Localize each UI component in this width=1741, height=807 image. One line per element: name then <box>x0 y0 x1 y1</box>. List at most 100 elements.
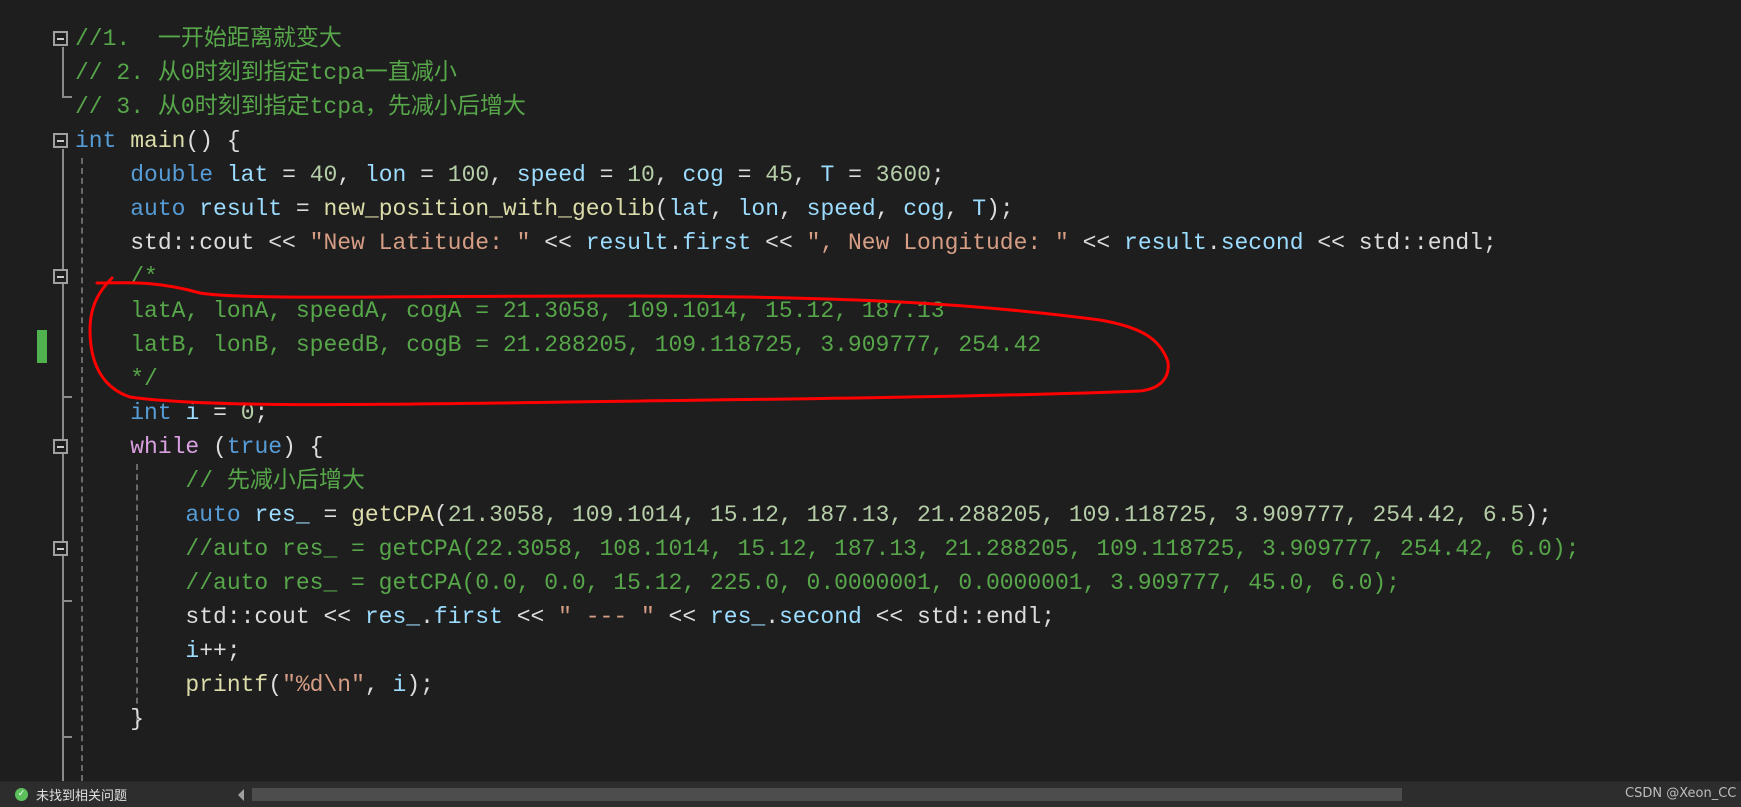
code-token-kw: int <box>130 400 172 426</box>
code-line[interactable]: */ <box>75 362 1579 396</box>
code-line[interactable]: auto res_ = getCPA(21.3058, 109.1014, 15… <box>75 498 1579 532</box>
code-token-plain: , <box>779 196 807 222</box>
code-token-str: ", New Longitude: " <box>806 230 1069 256</box>
issues-status[interactable]: 未找到相关问题 <box>36 785 127 804</box>
code-line[interactable]: // 先减小后增大 <box>75 464 1579 498</box>
code-token-var: lat <box>226 162 269 188</box>
code-token-plain: = <box>268 162 310 188</box>
code-line[interactable]: // 3. 从0时刻到指定tcpa，先减小后增大 <box>75 90 1579 124</box>
outline-guide <box>62 47 64 97</box>
scroll-left-arrow-icon[interactable] <box>238 789 244 801</box>
code-editor[interactable]: //1. 一开始距离就变大 // 2. 从0时刻到指定tcpa一直减小 // 3. … <box>0 0 1741 781</box>
code-token-plain: << <box>751 230 807 256</box>
code-line[interactable]: latA, lonA, speedA, cogA = 21.3058, 109.… <box>75 294 1579 328</box>
code-token-num: 40 <box>309 162 338 188</box>
status-bar: ✓ 未找到相关问题 CSDN @Xeon_CC <box>0 781 1741 807</box>
code-token-comment: // 先减小后增大 <box>185 468 365 494</box>
code-token-num: 45 <box>765 162 793 188</box>
code-token-plain: << <box>530 230 586 256</box>
code-token-plain: = <box>723 162 766 188</box>
fold-toggle-icon[interactable] <box>53 133 68 148</box>
code-token-plain: ( <box>199 434 227 460</box>
fold-toggle-icon[interactable] <box>53 439 68 454</box>
code-token-str: "New Latitude: " <box>309 230 531 256</box>
code-line[interactable]: //1. 一开始距离就变大 <box>75 22 1579 56</box>
code-line[interactable]: latB, lonB, speedB, cogB = 21.288205, 10… <box>75 328 1579 362</box>
code-token-comment: */ <box>130 366 158 392</box>
code-token-plain: . <box>668 230 683 256</box>
fold-toggle-icon[interactable] <box>53 269 68 284</box>
code-token-var: result <box>585 230 669 256</box>
code-token-plain: } <box>75 706 145 732</box>
code-token-kw: double <box>130 162 214 188</box>
code-line[interactable]: /* <box>75 260 1579 294</box>
code-token-plain: , <box>944 196 973 222</box>
code-token-kw: true <box>226 434 283 460</box>
code-line[interactable]: while (true) { <box>75 430 1579 464</box>
code-line[interactable]: } <box>75 702 1579 736</box>
code-token-var: result <box>199 196 283 222</box>
code-token-plain: << <box>654 604 710 630</box>
code-token-comment: latA, lonA, speedA, cogA = 21.3058, 109.… <box>130 298 945 324</box>
outline-guide-end <box>62 96 72 98</box>
code-token-plain: std::cout << <box>75 604 365 630</box>
code-token-var: lon <box>364 162 407 188</box>
code-line[interactable]: std::cout << res_.first << " --- " << re… <box>75 600 1579 634</box>
code-token-plain: = <box>585 162 628 188</box>
code-token-var: speed <box>806 196 876 222</box>
code-token-comment: // 2. 从0时刻到指定tcpa一直减小 <box>75 60 457 86</box>
fold-toggle-icon[interactable] <box>53 31 68 46</box>
code-line[interactable]: //auto res_ = getCPA(0.0, 0.0, 15.12, 22… <box>75 566 1579 600</box>
change-marker <box>37 330 47 363</box>
code-token-var: i <box>392 672 407 698</box>
code-line[interactable]: i++; <box>75 634 1579 668</box>
code-token-plain: = <box>834 162 876 188</box>
horizontal-scrollbar[interactable] <box>252 788 1402 801</box>
code-line[interactable]: printf("%d\n", i); <box>75 668 1579 702</box>
code-token-comment: //1. 一开始距离就变大 <box>75 26 342 52</box>
code-token-str: " --- " <box>558 604 655 630</box>
code-token-plain: = <box>309 502 352 528</box>
code-token-plain: ( <box>268 672 283 698</box>
code-line[interactable]: double lat = 40, lon = 100, speed = 10, … <box>75 158 1579 192</box>
code-token-plain: , <box>792 162 821 188</box>
code-token-var: result <box>1124 230 1207 256</box>
code-line[interactable]: auto result = new_position_with_geolib(l… <box>75 192 1579 226</box>
code-token-var: res_ <box>364 604 421 630</box>
code-line[interactable]: std::cout << "New Latitude: " << result.… <box>75 226 1579 260</box>
code-line[interactable]: int main() { <box>75 124 1579 158</box>
code-token-var: second <box>779 604 862 630</box>
code-line[interactable]: // 2. 从0时刻到指定tcpa一直减小 <box>75 56 1579 90</box>
code-lines[interactable]: //1. 一开始距离就变大 // 2. 从0时刻到指定tcpa一直减小 // 3. … <box>75 22 1579 736</box>
code-token-str: "%d\n" <box>282 672 365 698</box>
code-token-plain: = <box>199 400 241 426</box>
code-token-comment: /* <box>130 264 158 290</box>
code-token-num: 21.3058, 109.1014, 15.12, 187.13, 21.288… <box>447 502 1525 528</box>
code-token-plain: ++; <box>199 638 241 664</box>
code-token-plain: << std::endl; <box>861 604 1056 630</box>
code-token-plain: , <box>364 672 393 698</box>
code-token-plain: ; <box>930 162 945 188</box>
fold-toggle-icon[interactable] <box>53 541 68 556</box>
code-token-plain: . <box>420 604 434 630</box>
check-circle-icon[interactable]: ✓ <box>15 788 28 801</box>
code-token-num: 100 <box>447 162 490 188</box>
code-token-plain: ( <box>433 502 448 528</box>
code-line[interactable]: //auto res_ = getCPA(22.3058, 108.1014, … <box>75 532 1579 566</box>
code-line[interactable]: int i = 0; <box>75 396 1579 430</box>
code-token-var: first <box>682 230 752 256</box>
code-token-num: 10 <box>627 162 655 188</box>
code-token-var: speed <box>516 162 586 188</box>
